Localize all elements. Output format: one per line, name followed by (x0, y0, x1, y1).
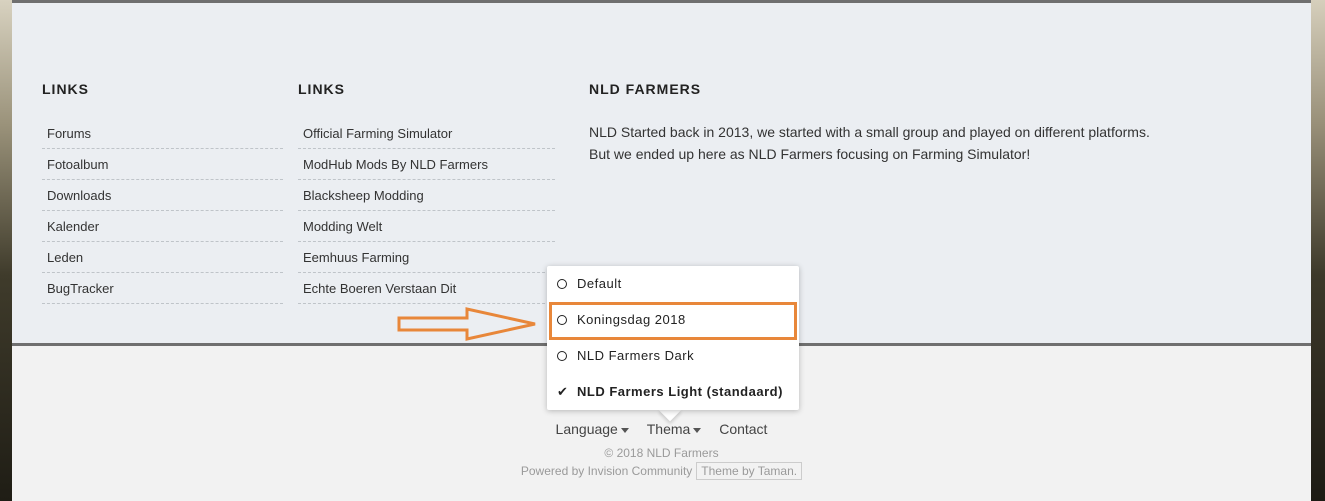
theme-option-label: NLD Farmers Dark (577, 348, 695, 363)
link-kalender[interactable]: Kalender (42, 212, 283, 242)
theme-option-label: NLD Farmers Light (standaard) (577, 384, 783, 399)
theme-option-dark[interactable]: NLD Farmers Dark (547, 338, 799, 374)
column-title: NLD FARMERS (589, 81, 702, 97)
theme-dropdown[interactable]: Thema (647, 421, 702, 437)
column-title: LINKS (42, 81, 89, 97)
link-official-farming-simulator[interactable]: Official Farming Simulator (298, 119, 555, 149)
checkmark-icon: ✔ (557, 384, 569, 399)
link-echte-boeren[interactable]: Echte Boeren Verstaan Dit (298, 274, 555, 304)
chevron-down-icon (620, 427, 629, 433)
theme-label: Thema (646, 421, 691, 437)
column-title: LINKS (298, 81, 345, 97)
powered-by: Powered by Invision Community Theme by Ta… (12, 462, 1311, 480)
copyright: © 2018 NLD Farmers (604, 446, 719, 460)
about-line: NLD Started back in 2013, we started wit… (589, 124, 1150, 140)
about-line: But we ended up here as NLD Farmers focu… (589, 146, 1031, 162)
link-bugtracker[interactable]: BugTracker (42, 274, 283, 304)
link-modding-welt[interactable]: Modding Welt (298, 212, 555, 242)
links-column-2: LINKS Official Farming Simulator ModHub … (298, 81, 555, 305)
page: LINKS Forums Fotoalbum Downloads Kalende… (12, 0, 1311, 501)
theme-option-default[interactable]: Default (547, 266, 799, 302)
background-left (0, 0, 12, 501)
arrow-annotation-icon (397, 307, 536, 341)
language-dropdown[interactable]: Language (556, 421, 629, 437)
links-column-1: LINKS Forums Fotoalbum Downloads Kalende… (42, 81, 283, 305)
theme-option-light[interactable]: ✔ NLD Farmers Light (standaard) (547, 374, 799, 410)
theme-option-label: Default (577, 276, 622, 291)
background-right (1311, 0, 1325, 501)
radio-icon (557, 279, 567, 289)
contact-link[interactable]: Contact (719, 421, 767, 437)
link-fotoalbum[interactable]: Fotoalbum (42, 150, 283, 180)
about-column: NLD FARMERS NLD Started back in 2013, we… (589, 81, 1189, 165)
link-blacksheep-modding[interactable]: Blacksheep Modding (298, 181, 555, 211)
link-modhub-mods[interactable]: ModHub Mods By NLD Farmers (298, 150, 555, 180)
link-leden[interactable]: Leden (42, 243, 283, 273)
radio-icon (557, 351, 567, 361)
powered-by-link[interactable]: Powered by Invision Community (521, 464, 692, 478)
about-text: NLD Started back in 2013, we started wit… (589, 121, 1189, 165)
link-downloads[interactable]: Downloads (42, 181, 283, 211)
language-label: Language (555, 421, 618, 437)
bottom-nav: Language Thema Contact (12, 421, 1311, 437)
link-forums[interactable]: Forums (42, 119, 283, 149)
chevron-down-icon (693, 427, 702, 433)
link-eemhuus-farming[interactable]: Eemhuus Farming (298, 243, 555, 273)
theme-by-link[interactable]: Theme by Taman. (696, 462, 803, 480)
highlight-box (549, 302, 797, 340)
